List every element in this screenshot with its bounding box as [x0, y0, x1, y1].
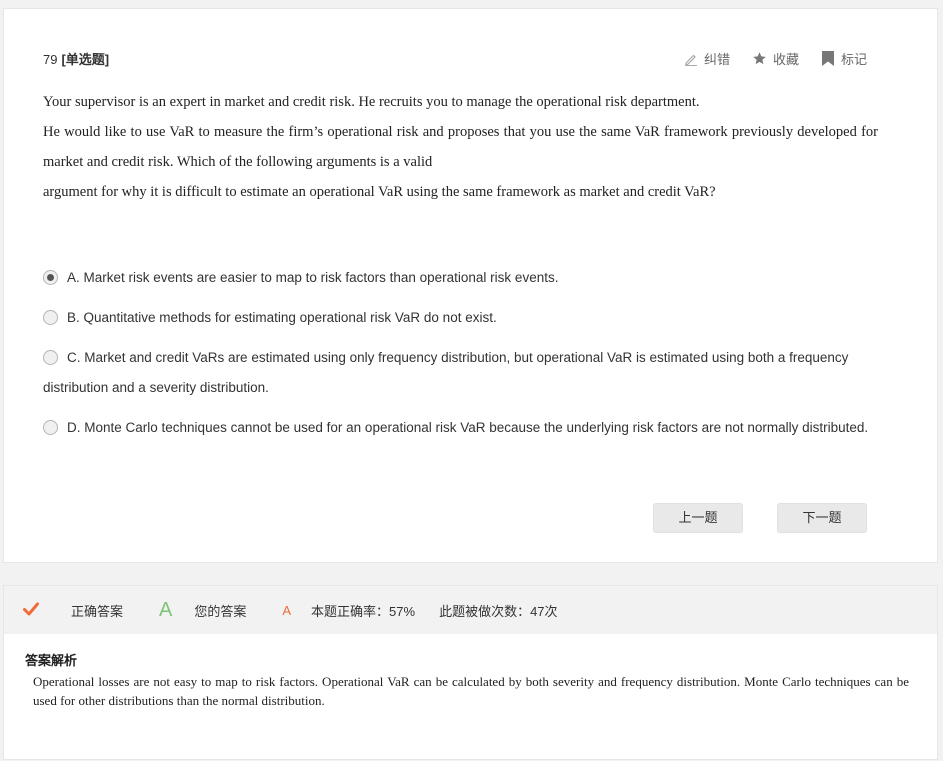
favorite-label: 收藏 [772, 52, 799, 67]
attempt-count: 此题被做次数：47次 [439, 603, 558, 619]
answer-card: 正确答案 A 您的答案 A 本题正确率：57% 此题被做次数：47次 答案解析 … [3, 585, 938, 760]
option-text: A. Market risk events are easier to map … [67, 270, 559, 285]
question-number: 79 [43, 52, 58, 67]
report-error-button[interactable]: 纠错 [684, 49, 730, 68]
option-text: C. Market and credit VaRs are estimated … [43, 350, 849, 395]
explanation-title: 答案解析 [25, 653, 78, 668]
option-b[interactable]: B. Quantitative methods for estimating o… [43, 303, 888, 333]
option-a[interactable]: A. Market risk events are easier to map … [43, 263, 888, 293]
explanation-text: Operational losses are not easy to map t… [33, 674, 909, 708]
your-answer-label: 您的答案 [194, 603, 247, 619]
stem-line: Your supervisor is an expert in market a… [43, 94, 700, 110]
option-text: D. Monte Carlo techniques cannot be used… [67, 420, 869, 435]
options-list: A. Market risk events are easier to map … [43, 263, 888, 453]
report-error-label: 纠错 [703, 52, 730, 67]
radio-button[interactable] [43, 420, 58, 435]
question-header: 79 [单选题] [43, 49, 109, 68]
next-question-button[interactable]: 下一题 [777, 503, 867, 533]
result-bar: 正确答案 A 您的答案 A 本题正确率：57% 此题被做次数：47次 [4, 586, 937, 634]
bookmark-icon [821, 51, 835, 66]
pencil-icon [684, 52, 698, 66]
previous-question-button[interactable]: 上一题 [653, 503, 743, 533]
radio-button[interactable] [43, 350, 58, 365]
your-answer-value: A [282, 602, 292, 618]
question-toolbar: 纠错 收藏 标记 [684, 49, 867, 68]
option-d[interactable]: D. Monte Carlo techniques cannot be used… [43, 413, 888, 443]
option-text: B. Quantitative methods for estimating o… [67, 310, 497, 325]
mark-button[interactable]: 标记 [821, 49, 867, 68]
option-c[interactable]: C. Market and credit VaRs are estimated … [43, 343, 888, 403]
correct-answer-value: A [159, 598, 173, 621]
stem-line: He would like to use VaR to measure the … [43, 124, 878, 170]
correct-answer-label: 正确答案 [71, 603, 124, 619]
mark-label: 标记 [840, 52, 867, 67]
star-icon [752, 51, 767, 66]
question-card: 79 [单选题] 纠错 收藏 标记 Your supervisor is an e… [3, 8, 938, 563]
checkmark-icon [23, 602, 41, 619]
radio-button-selected[interactable] [43, 270, 58, 285]
radio-button[interactable] [43, 310, 58, 325]
favorite-button[interactable]: 收藏 [752, 49, 799, 68]
accuracy-rate: 本题正确率：57% [311, 603, 416, 619]
stem-line: argument for why it is difficult to esti… [43, 184, 716, 200]
question-type: [单选题] [61, 52, 110, 67]
question-stem: Your supervisor is an expert in market a… [43, 87, 878, 207]
